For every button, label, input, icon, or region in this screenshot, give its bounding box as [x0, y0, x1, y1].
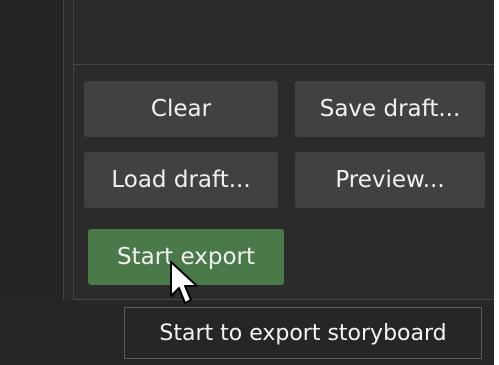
panel-splitter[interactable] — [64, 0, 74, 300]
clear-button[interactable]: Clear — [84, 81, 278, 137]
export-actions-panel: Clear Save draft... Load draft... Previe… — [74, 0, 494, 300]
save-draft-button[interactable]: Save draft... — [295, 81, 485, 137]
mouse-pointer-icon — [170, 261, 198, 304]
panel-divider — [74, 64, 494, 65]
left-panel — [0, 0, 64, 300]
export-dialog: Clear Save draft... Load draft... Previe… — [0, 0, 494, 365]
preview-button[interactable]: Preview... — [295, 152, 485, 208]
start-export-tooltip: Start to export storyboard — [124, 307, 482, 359]
load-draft-button[interactable]: Load draft... — [84, 152, 278, 208]
